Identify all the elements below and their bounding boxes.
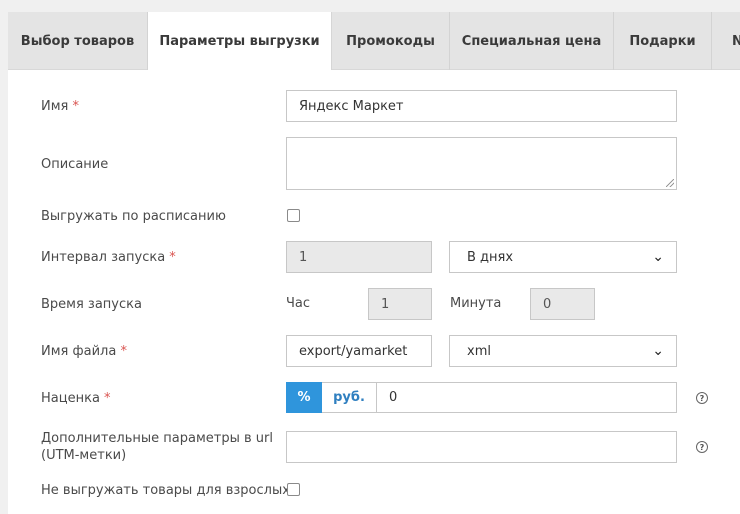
no-adult-label: Не выгружать товары для взрослых xyxy=(41,483,290,498)
hour-input[interactable]: 1 xyxy=(368,288,432,320)
tab-export-parameters[interactable]: Параметры выгрузки xyxy=(148,12,332,71)
no-adult-checkbox[interactable] xyxy=(287,483,300,496)
utm-label: Дополнительные параметры в url (UTM-метки… xyxy=(41,431,273,463)
export-params-panel: Имя * Яндекс Маркет Описание Выгружать п… xyxy=(8,70,740,514)
chevron-down-icon: ⌄ xyxy=(652,343,664,359)
hour-label: Час xyxy=(286,296,311,311)
tab-bar: Выбор товаров Параметры выгрузки Промоко… xyxy=(8,12,740,71)
schedule-label: Выгружать по расписанию xyxy=(41,209,226,224)
tab-more[interactable]: N xyxy=(712,12,740,70)
resize-grip-icon[interactable] xyxy=(666,179,674,187)
question-circle-icon[interactable]: ? xyxy=(696,392,708,404)
name-input[interactable]: Яндекс Маркет xyxy=(286,90,677,122)
file-format-select[interactable]: xml ⌄ xyxy=(449,335,677,367)
required-mark: * xyxy=(104,391,111,406)
filename-label: Имя файла * xyxy=(41,344,127,359)
required-mark: * xyxy=(169,250,176,265)
markup-label: Наценка * xyxy=(41,391,111,406)
chevron-down-icon: ⌄ xyxy=(652,249,664,265)
minute-label: Минута xyxy=(450,296,502,311)
required-mark: * xyxy=(72,99,80,114)
description-textarea[interactable] xyxy=(286,137,677,190)
utm-input[interactable] xyxy=(286,431,677,463)
description-label: Описание xyxy=(41,157,109,172)
required-mark: * xyxy=(120,344,127,359)
filename-input[interactable]: export/yamarket xyxy=(286,335,432,367)
tab-gifts[interactable]: Подарки xyxy=(614,12,712,70)
markup-rub-button[interactable]: руб. xyxy=(322,382,377,413)
markup-percent-button[interactable]: % xyxy=(286,382,322,413)
schedule-checkbox[interactable] xyxy=(287,209,300,222)
tab-promocodes[interactable]: Промокоды xyxy=(332,12,450,70)
interval-input[interactable]: 1 xyxy=(286,241,432,273)
markup-input[interactable]: 0 xyxy=(376,382,677,413)
minute-input[interactable]: 0 xyxy=(530,288,595,320)
question-circle-icon[interactable]: ? xyxy=(696,441,708,453)
interval-label: Интервал запуска * xyxy=(41,250,176,265)
tab-special-price[interactable]: Специальная цена xyxy=(450,12,614,70)
name-label: Имя * xyxy=(41,99,80,114)
interval-unit-select[interactable]: В днях ⌄ xyxy=(449,241,677,273)
start-time-label: Время запуска xyxy=(41,297,142,312)
tab-product-selection[interactable]: Выбор товаров xyxy=(8,12,148,70)
